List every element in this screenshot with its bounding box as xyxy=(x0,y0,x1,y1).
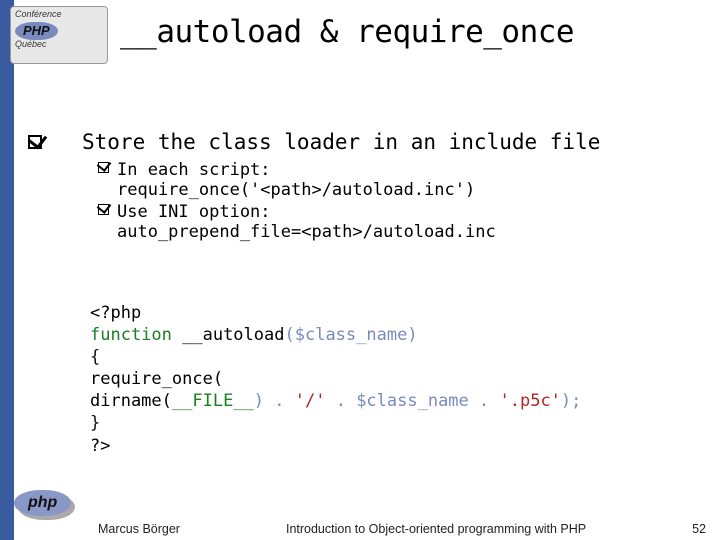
code-concat-1: . xyxy=(264,391,295,411)
footer: Marcus Börger Introduction to Object-ori… xyxy=(98,522,706,536)
logo-top-line1: Conférence xyxy=(15,10,103,20)
code-file-const: __FILE__ xyxy=(172,391,254,411)
code-classname-var: $class_name xyxy=(356,391,469,411)
code-line-5: dirname(__FILE__) . '/' . $class_name . … xyxy=(90,390,700,412)
code-line-4: require_once( xyxy=(90,368,700,390)
footer-title: Introduction to Object-oriented programm… xyxy=(286,522,586,536)
code-concat-2: . xyxy=(325,391,356,411)
checkbox-icon xyxy=(98,204,109,215)
conference-logo-top: Conférence PHP Québec xyxy=(10,6,108,64)
sub2-code: auto_prepend_file=<path>/autoload.inc xyxy=(117,222,496,242)
sidebar-stripe xyxy=(0,0,14,540)
code-paren: ) xyxy=(254,391,264,411)
sub-bullet-1: In each script: require_once('<path>/aut… xyxy=(98,160,700,200)
php-code-block: <?php function __autoload($class_name) {… xyxy=(90,302,700,457)
logo-top-badge: PHP xyxy=(15,22,58,40)
code-line-7: ?> xyxy=(90,435,700,457)
code-param: $class_name xyxy=(295,325,408,345)
code-fn-name: __autoload xyxy=(182,325,284,345)
php-badge-icon: php xyxy=(14,490,71,516)
sub2-label: Use INI option: xyxy=(117,202,271,222)
checkbox-icon xyxy=(28,135,42,149)
sub1-code: require_once('<path>/autoload.inc') xyxy=(117,180,475,200)
code-str-ext: '.p5c' xyxy=(500,391,561,411)
code-str-slash: '/' xyxy=(295,391,326,411)
code-concat-3: . xyxy=(469,391,500,411)
code-paren-close: ) xyxy=(407,325,417,345)
footer-page: 52 xyxy=(692,522,706,536)
code-line-6: } xyxy=(90,412,700,434)
footer-author: Marcus Börger xyxy=(98,522,180,536)
slide-content: Store the class loader in an include fil… xyxy=(28,130,700,457)
slide-title: __autoload & require_once xyxy=(120,14,700,50)
sub-bullet-2: Use INI option: auto_prepend_file=<path>… xyxy=(98,202,700,242)
code-line-3: { xyxy=(90,346,700,368)
code-paren-open: ( xyxy=(284,325,294,345)
code-kw-function: function xyxy=(90,325,182,345)
logo-top-line2: Québec xyxy=(15,40,103,50)
main-point-text: Store the class loader in an include fil… xyxy=(82,130,600,154)
code-line-2: function __autoload($class_name) xyxy=(90,324,700,346)
main-bullet: Store the class loader in an include fil… xyxy=(28,130,700,154)
code-end: ); xyxy=(561,391,581,411)
checkbox-icon xyxy=(98,162,109,173)
sub1-label: In each script: xyxy=(117,160,271,180)
code-line-1: <?php xyxy=(90,302,700,324)
php-logo-bottom: php xyxy=(14,490,71,516)
code-dirname: dirname( xyxy=(90,391,172,411)
sub-bullets: In each script: require_once('<path>/aut… xyxy=(98,160,700,242)
